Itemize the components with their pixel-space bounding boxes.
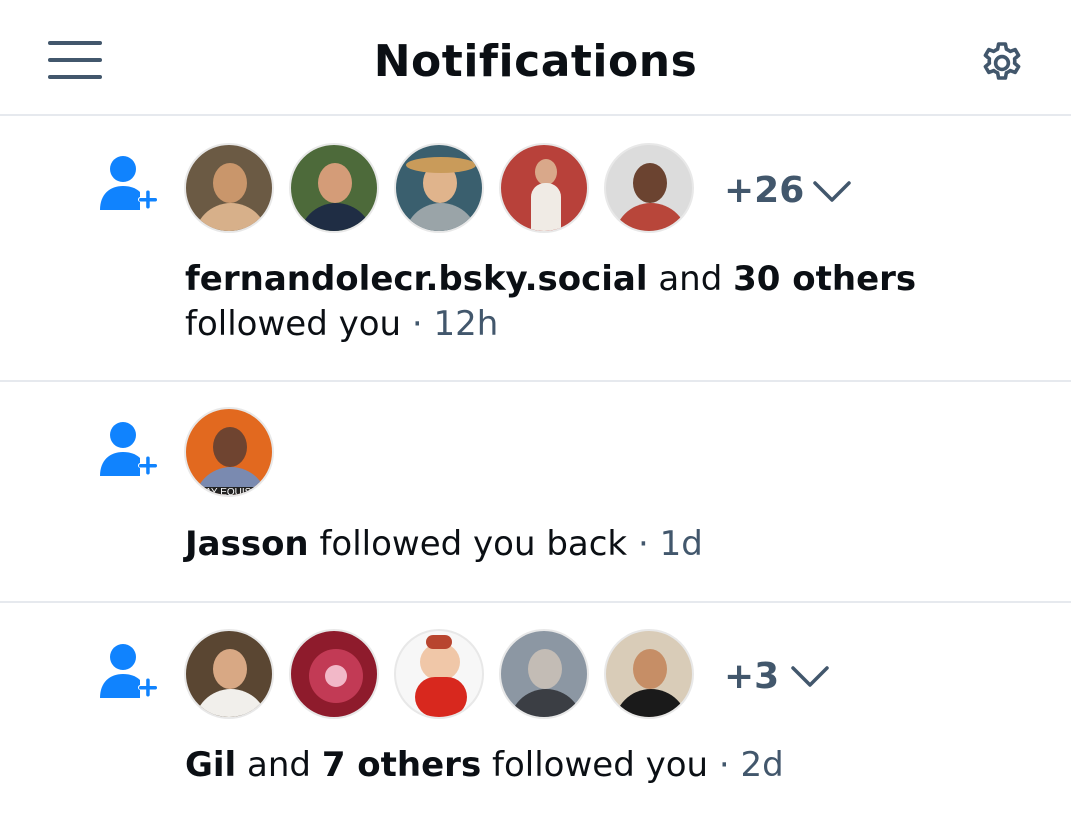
avatar[interactable] bbox=[604, 143, 694, 233]
avatar[interactable] bbox=[499, 143, 589, 233]
separator: · bbox=[718, 745, 730, 785]
avatar[interactable] bbox=[394, 143, 484, 233]
separator: · bbox=[411, 304, 423, 344]
avatar[interactable] bbox=[604, 629, 694, 719]
gear-icon[interactable] bbox=[978, 39, 1026, 87]
person-plus-icon bbox=[100, 422, 158, 476]
notification-text: Gil and 7 others followed you · 2d bbox=[185, 745, 784, 785]
top-bar: Notifications bbox=[0, 0, 1071, 116]
person-plus-icon bbox=[100, 156, 158, 210]
timestamp: 1d bbox=[659, 524, 703, 564]
chevron-down-icon[interactable] bbox=[790, 665, 830, 689]
avatar[interactable] bbox=[289, 629, 379, 719]
page-title: Notifications bbox=[373, 36, 698, 87]
person-plus-icon bbox=[100, 644, 158, 698]
others-count[interactable]: 7 others bbox=[322, 745, 481, 785]
others-count[interactable]: 30 others bbox=[733, 259, 916, 299]
notification-item[interactable]: +26 fernandolecr.bsky.social and 30 othe… bbox=[0, 116, 1071, 382]
notification-subtext: followed you · 12h bbox=[185, 304, 498, 344]
avatar[interactable] bbox=[394, 629, 484, 719]
avatar-caption: AY EQUIS bbox=[202, 487, 255, 495]
notification-item[interactable]: +3 Gil and 7 others followed you · 2d bbox=[0, 603, 1071, 816]
avatar[interactable]: AY EQUIS bbox=[184, 407, 274, 497]
notification-text: Jasson followed you back · 1d bbox=[185, 524, 703, 564]
action-text: followed you back bbox=[319, 524, 628, 564]
avatar[interactable] bbox=[289, 143, 379, 233]
more-count: +3 bbox=[724, 656, 780, 697]
action-text: followed you bbox=[492, 745, 709, 785]
hamburger-menu-icon[interactable] bbox=[48, 41, 102, 81]
avatar[interactable] bbox=[499, 629, 589, 719]
connector-text: and bbox=[247, 745, 311, 785]
avatar[interactable] bbox=[184, 143, 274, 233]
avatar[interactable] bbox=[184, 629, 274, 719]
timestamp: 2d bbox=[740, 745, 784, 785]
actor-name[interactable]: Jasson bbox=[185, 524, 309, 564]
notification-item[interactable]: AY EQUIS Jasson followed you back · 1d bbox=[0, 382, 1071, 603]
actor-name[interactable]: Gil bbox=[185, 745, 236, 785]
actor-name[interactable]: fernandolecr.bsky.social bbox=[185, 259, 648, 299]
separator: · bbox=[637, 524, 649, 564]
timestamp: 12h bbox=[433, 304, 499, 344]
more-count: +26 bbox=[724, 170, 805, 211]
connector-text: and bbox=[658, 259, 723, 299]
chevron-down-icon[interactable] bbox=[812, 180, 852, 204]
notification-text: fernandolecr.bsky.social and 30 others bbox=[185, 259, 916, 299]
action-text: followed you bbox=[185, 304, 402, 344]
